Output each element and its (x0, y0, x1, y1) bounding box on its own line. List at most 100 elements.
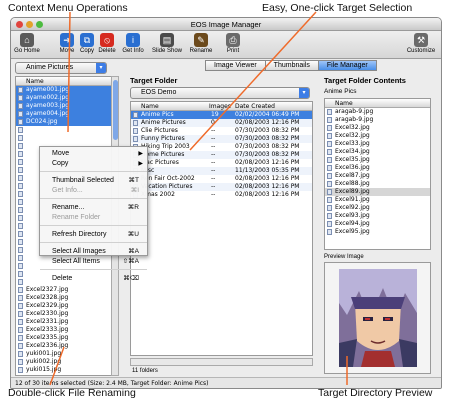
file-row[interactable]: Excel2327.jpg (16, 286, 111, 294)
menu-item-label: Copy (52, 160, 69, 167)
file-icon (18, 103, 23, 109)
menu-item-delete[interactable]: Delete ⌘⌫ (40, 274, 147, 284)
file-row[interactable]: Excel2336.jpg (16, 342, 111, 350)
file-row[interactable]: Excel2328.jpg (16, 294, 111, 302)
file-row[interactable]: DC024.jpg (16, 118, 111, 126)
file-icon (327, 221, 332, 227)
rename-button[interactable]: ✎ Rename (185, 32, 217, 54)
content-file-row[interactable]: Excel34.jpg (325, 148, 430, 156)
content-file-name: Excel88.jpg (335, 180, 370, 187)
close-window-button[interactable] (16, 21, 23, 28)
menu-item-rename-folder: Rename Folder (40, 213, 147, 223)
menu-item-label: Move (52, 150, 70, 157)
file-icon (327, 141, 332, 147)
file-row[interactable]: Excel2335.jpg (16, 334, 111, 342)
file-icon (18, 95, 23, 101)
content-file-name: Excel35.jpg (335, 156, 370, 163)
content-file-row[interactable]: Excel35.jpg (325, 156, 430, 164)
content-file-row[interactable]: Excel94.jpg (325, 220, 430, 228)
menu-shortcut: ⌘R (127, 204, 139, 211)
menu-item-refresh-directory[interactable]: Refresh Directory ⌘U (40, 230, 147, 240)
tab-image-viewer[interactable]: Image Viewer (205, 60, 266, 71)
content-file-row[interactable]: Excel89.jpg (325, 188, 430, 196)
menu-item-move[interactable]: Move ▶ (40, 149, 147, 159)
folder-row[interactable]: Funny Pictures -- 07/30/2003 08:32 PM (131, 135, 312, 143)
file-icon (327, 157, 332, 163)
file-row[interactable]: Excel2333.jpg (16, 326, 111, 334)
target-folder-popup[interactable]: EOS Demo ▾ (130, 87, 310, 99)
print-button[interactable]: ⎙ Print (217, 32, 249, 54)
file-row[interactable] (16, 126, 111, 134)
content-file-row[interactable]: Excel36.jpg (325, 164, 430, 172)
menu-shortcut: ⌘I (130, 187, 139, 194)
source-folder-popup[interactable]: Anime Pictures ▾ (15, 62, 107, 74)
content-file-name: Excel89.jpg (335, 188, 370, 195)
menu-shortcut: ⌘U (127, 231, 139, 238)
file-row[interactable]: ayame002.jpg (16, 94, 111, 102)
content-file-row[interactable]: Excel32.jpg (325, 132, 430, 140)
content-file-row[interactable]: Excel88.jpg (325, 180, 430, 188)
content-file-row[interactable]: Excel95.jpg (325, 228, 430, 236)
target-hscrollbar[interactable] (130, 358, 313, 366)
file-row[interactable]: ayame004.jpg (16, 110, 111, 118)
folder-row[interactable]: Anime Pictures 0 02/08/2003 12:16 PM (131, 119, 312, 127)
file-icon (18, 151, 23, 157)
content-file-name: Excel94.jpg (335, 220, 370, 227)
folder-row[interactable]: Anime Pics 19 02/02/2004 06:49 PM (131, 111, 312, 119)
toolbar-label: Customize (406, 48, 436, 54)
folder-row[interactable]: Ren Fair Oct-2002 -- 02/08/2003 12:16 PM (131, 175, 312, 183)
scroll-thumb[interactable] (113, 80, 118, 140)
source-column-header[interactable]: Name (16, 77, 111, 86)
tab-thumbnails[interactable]: Thumbnails (264, 60, 319, 71)
content-file-row[interactable]: Excel92.jpg (325, 204, 430, 212)
content-file-row[interactable]: aragab-9.jpg (325, 116, 430, 124)
content-file-row[interactable]: Excel91.jpg (325, 196, 430, 204)
submenu-arrow-icon: ▶ (138, 151, 143, 157)
menu-item-rename[interactable]: Rename... ⌘R (40, 203, 147, 213)
file-row[interactable]: Excel2329.jpg (16, 302, 111, 310)
menu-item-select-all-items[interactable]: Select All Items ⇧⌘A (40, 257, 147, 267)
file-icon (18, 335, 23, 341)
target-folder-table[interactable]: Name Images Date Created Anime Pics 19 02/… (130, 101, 313, 356)
column-images[interactable]: Images (209, 102, 231, 111)
get-info-button[interactable]: i Get Info (117, 32, 149, 54)
file-row[interactable]: yuki001.jpg (16, 350, 111, 358)
folder-row[interactable]: Vacation Pictures -- 02/08/2003 12:16 PM (131, 183, 312, 191)
file-row[interactable]: yuki015.jpg (16, 366, 111, 374)
slide-show-button[interactable]: ▤ Slide Show (151, 32, 183, 54)
menu-item-select-all-images[interactable]: Select All Images ⌘A (40, 247, 147, 257)
folder-row[interactable]: Clie Pictures -- 07/30/2003 08:32 PM (131, 127, 312, 135)
file-row[interactable]: Excel2330.jpg (16, 310, 111, 318)
content-file-row[interactable]: aragab-9.jpg (325, 108, 430, 116)
file-row[interactable]: ayame003.jpg (16, 102, 111, 110)
tab-file-manager[interactable]: File Manager (317, 60, 377, 71)
target-folder-title: Target Folder (130, 76, 178, 85)
file-row[interactable]: ayame001.jpg (16, 86, 111, 94)
content-file-row[interactable]: Excel32.jpg (325, 124, 430, 132)
folder-row[interactable]: Misc--11/13/2003 05:35 PM (131, 167, 312, 175)
folder-row[interactable]: Home Pictures -- 07/30/2003 08:32 PM (131, 151, 312, 159)
folder-row[interactable]: Hiking Trip 2003 -- 07/30/2003 08:32 PM (131, 143, 312, 151)
folder-image-count: 19 (211, 111, 219, 118)
column-name[interactable]: Name (141, 102, 159, 111)
content-file-row[interactable]: Excel87.jpg (325, 172, 430, 180)
content-file-row[interactable]: Excel33.jpg (325, 140, 430, 148)
contents-file-list[interactable]: Name aragab-9.jpg aragab-9.jpg Excel32.jpg… (324, 98, 431, 250)
zoom-window-button[interactable] (36, 21, 43, 28)
folder-row[interactable]: Mac Pictures -- 02/08/2003 12:16 PM (131, 159, 312, 167)
menu-item-copy[interactable]: Copy ▶ (40, 159, 147, 169)
column-date[interactable]: Date Created (235, 102, 275, 111)
content-file-name: Excel32.jpg (335, 124, 370, 131)
menu-item-thumbnail-selected[interactable]: Thumbnail Selected ⌘T (40, 176, 147, 186)
content-file-name: Excel33.jpg (335, 140, 370, 147)
go-home-button[interactable]: ⌂ Go Home (11, 32, 43, 54)
folder-row[interactable]: Xmas 2002 -- 02/08/2003 12:16 PM (131, 191, 312, 199)
minimize-window-button[interactable] (26, 21, 33, 28)
contents-column-header[interactable]: Name (325, 99, 430, 108)
file-row[interactable] (16, 134, 111, 142)
file-row[interactable]: Excel2331.jpg (16, 318, 111, 326)
customize-button[interactable]: ⚒ Customize (405, 32, 437, 54)
content-file-row[interactable]: Excel93.jpg (325, 212, 430, 220)
file-icon (327, 149, 332, 155)
file-row[interactable]: yuki002.jpg (16, 358, 111, 366)
